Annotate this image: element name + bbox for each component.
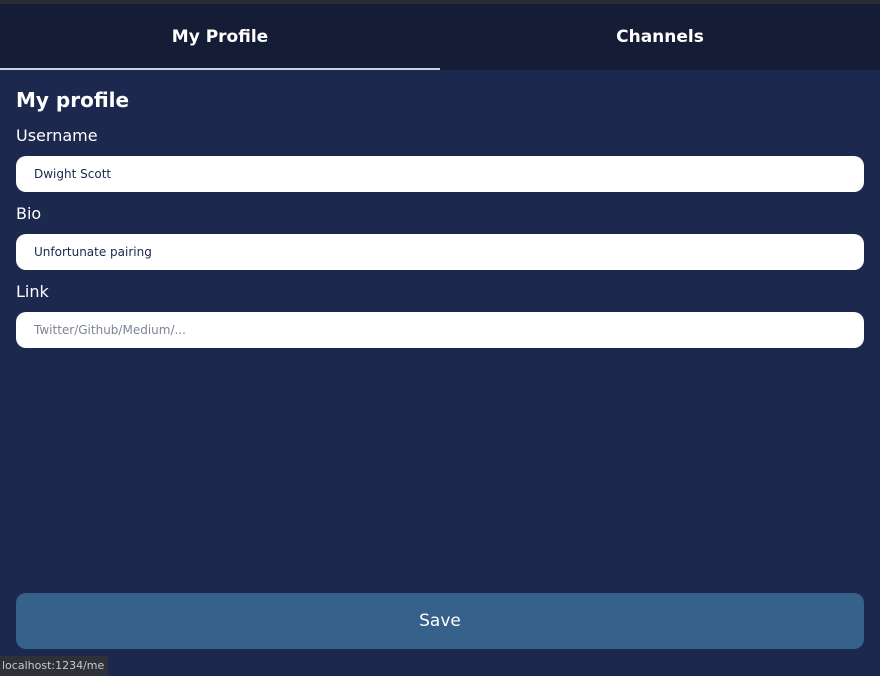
- status-bar-url: localhost:1234/me: [0, 656, 109, 676]
- username-label: Username: [16, 126, 98, 145]
- link-label: Link: [16, 282, 49, 301]
- page-title: My profile: [16, 88, 130, 112]
- tab-channels[interactable]: Channels: [440, 4, 880, 70]
- tab-my-profile[interactable]: My Profile: [0, 4, 440, 70]
- bio-input[interactable]: [16, 234, 864, 270]
- bio-label: Bio: [16, 204, 42, 223]
- link-input[interactable]: [16, 312, 864, 348]
- username-input[interactable]: [16, 156, 864, 192]
- tab-bar: My Profile Channels: [0, 4, 880, 70]
- save-button[interactable]: Save: [16, 593, 864, 649]
